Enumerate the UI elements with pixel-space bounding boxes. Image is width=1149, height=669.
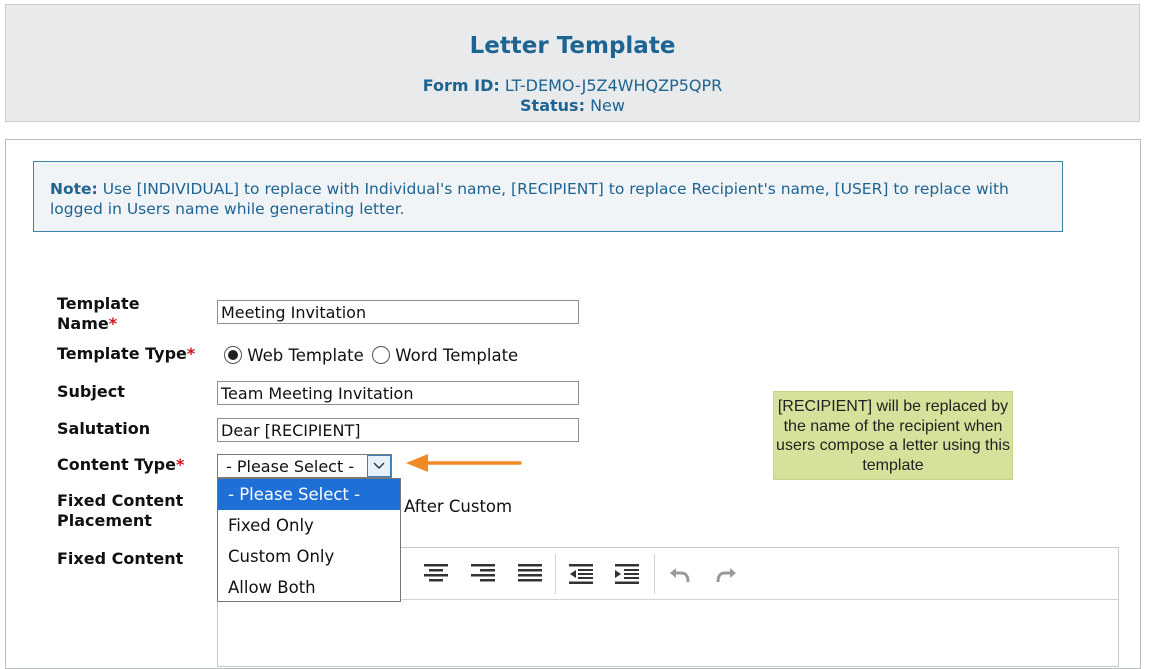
salutation-label: Salutation	[57, 419, 151, 438]
indent-icon[interactable]	[614, 562, 640, 586]
template-name-input[interactable]	[217, 300, 579, 324]
note-text: Use [INDIVIDUAL] to replace with Individ…	[50, 180, 1009, 218]
outdent-icon[interactable]	[568, 562, 594, 586]
align-right-icon[interactable]	[470, 562, 496, 586]
after-custom-option-label[interactable]: After Custom	[404, 497, 512, 516]
fixed-content-placement-label: Fixed Content Placement	[57, 491, 183, 531]
content-type-option[interactable]: Fixed Only	[218, 510, 400, 541]
word-template-radio[interactable]	[372, 346, 391, 364]
subject-input[interactable]	[217, 381, 579, 405]
form-header: Letter Template Form ID: LT-DEMO-J5Z4WHQ…	[5, 4, 1140, 122]
note-label: Note:	[50, 180, 98, 198]
page-title: Letter Template	[469, 33, 676, 59]
fixed-content-placement-label-line2: Placement	[57, 511, 152, 530]
word-template-label[interactable]: Word Template	[395, 346, 518, 365]
subject-label: Subject	[57, 382, 125, 401]
template-name-label-line1: Template	[57, 294, 140, 313]
content-type-select[interactable]: - Please Select -	[217, 454, 392, 478]
form-id-label: Form ID:	[422, 76, 500, 95]
note-box: Note: Use [INDIVIDUAL] to replace with I…	[33, 161, 1063, 232]
content-type-option[interactable]: Allow Both	[218, 572, 400, 603]
toolbar-divider	[555, 554, 556, 594]
form-status: Status: New	[6, 96, 1139, 115]
template-name-label-line2: Name	[57, 314, 109, 333]
web-template-radio[interactable]	[224, 346, 242, 364]
form-id-value: LT-DEMO-J5Z4WHQZP5QPR	[504, 76, 723, 95]
salutation-input[interactable]	[217, 418, 579, 442]
template-name-label: Template Name*	[57, 294, 140, 334]
required-marker: *	[186, 344, 196, 363]
fixed-content-placement-label-line1: Fixed Content	[57, 491, 184, 510]
content-type-selected-value: - Please Select -	[226, 457, 355, 476]
align-center-icon[interactable]	[423, 562, 449, 586]
template-type-radio-group: Web Template Word Template	[224, 346, 518, 372]
content-type-option[interactable]: Custom Only	[218, 541, 400, 572]
content-type-label: Content Type*	[57, 455, 184, 475]
form-id: Form ID: LT-DEMO-J5Z4WHQZP5QPR	[6, 76, 1139, 95]
template-type-label-text: Template Type	[57, 344, 187, 363]
align-justify-icon[interactable]	[517, 562, 543, 586]
redo-icon[interactable]	[713, 562, 739, 586]
pointer-arrow-icon	[406, 454, 522, 472]
chevron-down-icon[interactable]	[367, 455, 391, 477]
toolbar-divider	[654, 554, 655, 594]
content-type-dropdown-list: - Please Select - Fixed Only Custom Only…	[217, 478, 401, 602]
web-template-label[interactable]: Web Template	[247, 346, 364, 365]
status-label: Status:	[520, 96, 585, 115]
content-type-label-text: Content Type	[57, 455, 176, 474]
required-marker: *	[108, 314, 118, 333]
status-value: New	[590, 96, 625, 115]
required-marker: *	[175, 455, 185, 474]
content-type-option[interactable]: - Please Select -	[218, 479, 400, 510]
fixed-content-label: Fixed Content	[57, 549, 184, 568]
undo-icon[interactable]	[667, 562, 693, 586]
template-type-label: Template Type*	[57, 344, 195, 364]
recipient-tooltip: [RECIPIENT] will be replaced by the name…	[773, 391, 1013, 480]
